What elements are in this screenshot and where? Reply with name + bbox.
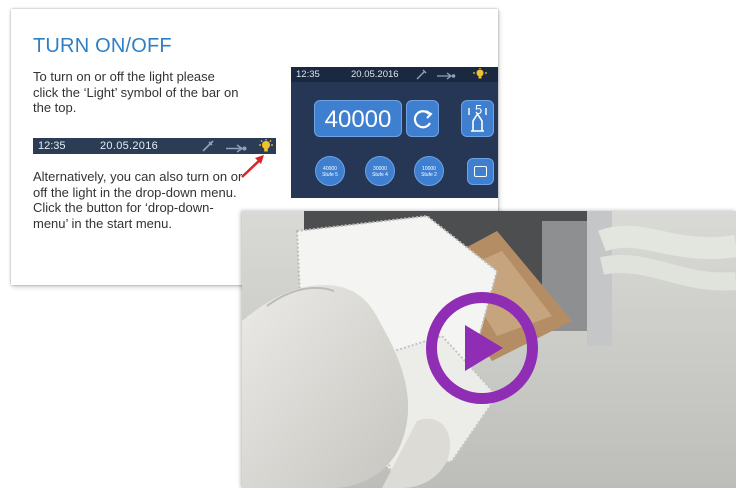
light-bulb-icon[interactable] (472, 68, 488, 85)
status-date: 20.05.2016 (100, 140, 159, 152)
device-time: 12:35 (296, 69, 320, 80)
stage-button[interactable]: 5 (461, 100, 494, 137)
usb-icon (437, 70, 457, 85)
preset-button-3[interactable]: 10000 Stufe 2 (414, 156, 444, 186)
page-title: TURN ON/OFF (33, 35, 172, 57)
device-status-bar: 12:35 20.05.2016 (291, 67, 498, 82)
refresh-button[interactable] (406, 100, 439, 137)
play-icon (465, 325, 503, 371)
preset-label: Stufe 5 (322, 172, 338, 178)
refresh-icon (413, 110, 433, 129)
preset-label: Stufe 4 (372, 172, 388, 178)
play-button[interactable] (426, 292, 538, 404)
instruction-text: To turn on or off the light please click… (33, 69, 239, 115)
menu-icon (474, 166, 487, 177)
red-arrow-icon (241, 155, 264, 178)
device-screen: 12:35 20.05.2016 40000 5 40000 Stufe 5 3… (291, 67, 498, 198)
status-time: 12:35 (38, 140, 66, 152)
preset-button-1[interactable]: 40000 Stufe 5 (315, 156, 345, 186)
preset-button-2[interactable]: 30000 Stufe 4 (365, 156, 395, 186)
speed-display-button[interactable]: 40000 (314, 100, 402, 137)
drop-down-menu-button[interactable] (467, 158, 494, 185)
device-date: 20.05.2016 (351, 69, 399, 80)
video-player[interactable] (242, 211, 736, 488)
preset-label: Stufe 2 (421, 172, 437, 178)
instruction-text-alternative: Alternatively, you can also turn on or o… (33, 169, 243, 231)
wrench-icon (201, 140, 215, 157)
stage-number: 5 (475, 102, 483, 117)
wrench-icon (416, 69, 428, 85)
